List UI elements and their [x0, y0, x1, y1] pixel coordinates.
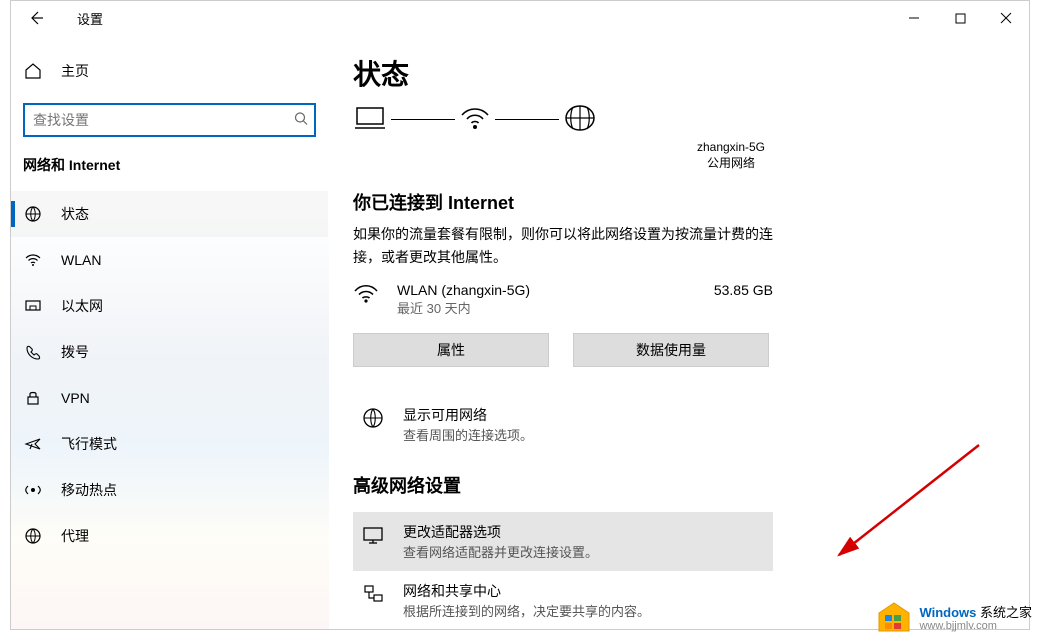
link-sub: 查看周围的连接选项。	[403, 425, 533, 444]
diagram-label: zhangxin-5G 公用网络	[463, 140, 999, 171]
close-icon	[1000, 12, 1012, 24]
button-row: 属性 数据使用量	[353, 333, 999, 367]
network-diagram	[353, 103, 999, 136]
data-usage-button[interactable]: 数据使用量	[573, 333, 769, 367]
data-usage-value: 53.85 GB	[714, 282, 773, 298]
main-panel: 状态 zhangxin-5G 公用网络 你已连接到 Internet 如果	[329, 35, 1029, 629]
annotation-arrow	[819, 435, 999, 575]
minimize-icon	[908, 12, 920, 24]
network-center-icon	[361, 581, 385, 605]
sidebar: 主页 网络和 Internet 状态	[11, 35, 329, 629]
nav-label: 飞行模式	[61, 434, 117, 454]
content-area: 主页 网络和 Internet 状态	[11, 35, 1029, 629]
wifi-icon	[23, 251, 43, 269]
sidebar-item-vpn[interactable]: VPN	[11, 375, 328, 421]
search-icon	[294, 112, 308, 129]
sidebar-item-wlan[interactable]: WLAN	[11, 237, 328, 283]
arrow-left-icon	[28, 10, 44, 26]
properties-button[interactable]: 属性	[353, 333, 549, 367]
sharing-center-link[interactable]: 网络和共享中心 根据所连接到的网络，决定要共享的内容。	[353, 571, 773, 629]
sidebar-home-label: 主页	[61, 61, 89, 81]
connection-name: WLAN (zhangxin-5G)	[397, 282, 714, 298]
link-sub: 根据所连接到的网络，决定要共享的内容。	[403, 601, 650, 620]
nav-label: WLAN	[61, 252, 101, 268]
home-icon	[23, 62, 43, 80]
sidebar-item-dialup[interactable]: 拨号	[11, 329, 328, 375]
maximize-icon	[955, 13, 966, 24]
connection-period: 最近 30 天内	[397, 298, 714, 317]
sidebar-item-proxy[interactable]: 代理	[11, 513, 328, 559]
adapter-options-link[interactable]: 更改适配器选项 查看网络适配器并更改连接设置。	[353, 512, 773, 571]
status-icon	[23, 205, 43, 223]
window-controls	[891, 1, 1029, 35]
wifi-node-icon	[459, 103, 491, 136]
nav-label: 以太网	[61, 296, 103, 316]
pc-icon	[353, 104, 387, 135]
ethernet-icon	[23, 297, 43, 315]
diagram-line	[391, 119, 455, 120]
diagram-line	[495, 119, 559, 120]
sidebar-item-airplane[interactable]: 飞行模式	[11, 421, 328, 467]
dialup-icon	[23, 343, 43, 361]
nav-label: 拨号	[61, 342, 89, 362]
hotspot-icon	[23, 481, 43, 499]
nav-label: 代理	[61, 526, 89, 546]
network-name: zhangxin-5G	[463, 140, 999, 156]
back-button[interactable]	[19, 1, 53, 35]
search-input[interactable]	[23, 103, 316, 137]
nav-label: 状态	[61, 204, 89, 224]
sidebar-home[interactable]: 主页	[11, 53, 328, 89]
wifi-icon	[353, 282, 379, 309]
title-bar: 设置	[11, 1, 1029, 35]
connection-info: WLAN (zhangxin-5G) 最近 30 天内	[397, 282, 714, 317]
airplane-icon	[23, 435, 43, 453]
link-sub: 查看网络适配器并更改连接设置。	[403, 542, 598, 561]
link-title: 更改适配器选项	[403, 522, 598, 542]
globe-icon	[563, 103, 597, 136]
sidebar-item-hotspot[interactable]: 移动热点	[11, 467, 328, 513]
advanced-heading: 高级网络设置	[353, 472, 999, 498]
link-title: 网络和共享中心	[403, 581, 650, 601]
page-title: 状态	[353, 53, 999, 93]
proxy-icon	[23, 527, 43, 545]
show-networks-link[interactable]: 显示可用网络 查看周围的连接选项。	[353, 395, 773, 454]
nav-label: VPN	[61, 390, 90, 406]
connected-heading: 你已连接到 Internet	[353, 189, 999, 215]
link-title: 显示可用网络	[403, 405, 533, 425]
settings-window: 设置 主页	[10, 0, 1030, 630]
maximize-button[interactable]	[937, 1, 983, 35]
window-title: 设置	[77, 9, 103, 28]
search-container	[23, 103, 316, 137]
connected-desc: 如果你的流量套餐有限制，则你可以将此网络设置为按流量计费的连接，或者更改其他属性…	[353, 223, 773, 268]
monitor-icon	[361, 522, 385, 546]
nav-label: 移动热点	[61, 480, 117, 500]
close-button[interactable]	[983, 1, 1029, 35]
sidebar-item-ethernet[interactable]: 以太网	[11, 283, 328, 329]
sidebar-item-status[interactable]: 状态	[11, 191, 328, 237]
network-type: 公用网络	[463, 156, 999, 172]
minimize-button[interactable]	[891, 1, 937, 35]
vpn-icon	[23, 389, 43, 407]
connection-row: WLAN (zhangxin-5G) 最近 30 天内 53.85 GB	[353, 282, 773, 317]
globe-icon	[361, 405, 385, 429]
sidebar-section-title: 网络和 Internet	[11, 155, 328, 175]
